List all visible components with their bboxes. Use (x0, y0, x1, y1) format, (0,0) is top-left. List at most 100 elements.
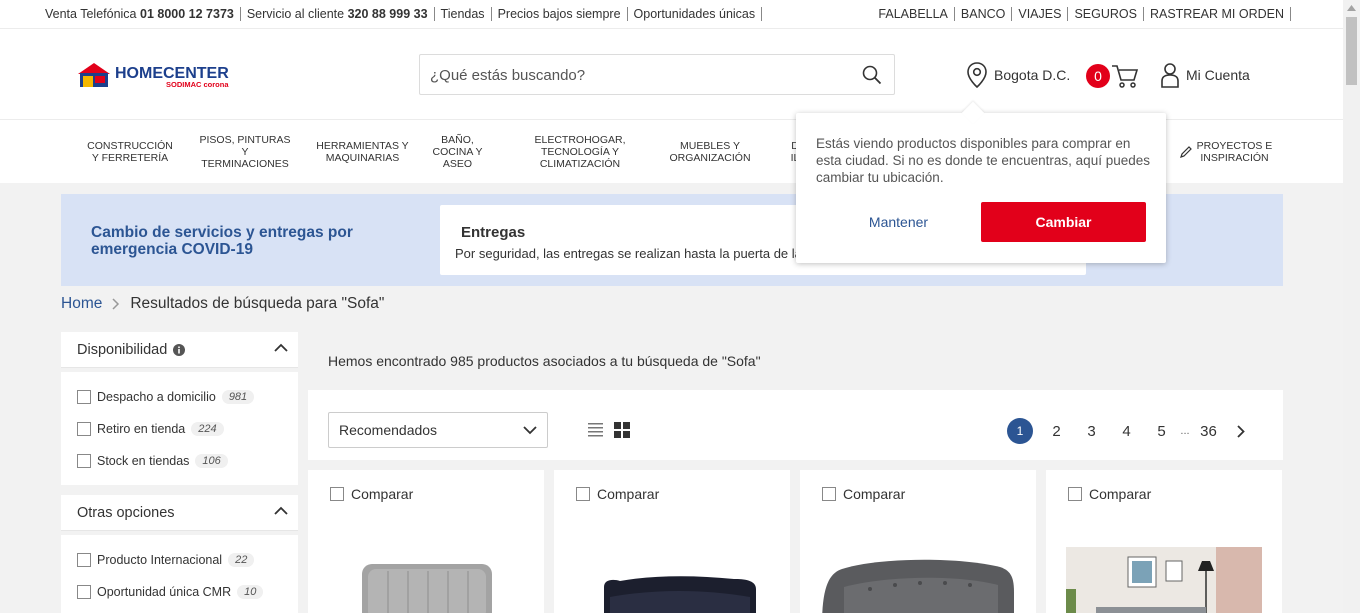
scrollbar-thumb[interactable] (1346, 17, 1357, 85)
option-count: 22 (228, 553, 255, 567)
scroll-up-icon[interactable] (1347, 5, 1356, 11)
page-current[interactable]: 1 (1007, 418, 1033, 444)
page-ellipsis: ... (1180, 425, 1190, 437)
option-count: 224 (191, 422, 224, 436)
nav-projects[interactable]: Proyectos e inspiración (1168, 120, 1283, 183)
nav-tools[interactable]: Herramientas y maquinarias (315, 120, 410, 183)
falabella-link[interactable]: FALABELLA (872, 7, 955, 21)
compare-label: Comparar (1089, 486, 1152, 502)
page-link[interactable]: 2 (1039, 423, 1074, 440)
keep-location-button[interactable]: Mantener (836, 202, 961, 242)
covid-title[interactable]: Cambio de servicios y entregas por emerg… (91, 224, 371, 258)
cart[interactable]: 0 (1086, 63, 1140, 89)
grid-view-icon[interactable] (614, 422, 630, 438)
search-icon[interactable] (862, 65, 882, 85)
page-link[interactable]: 3 (1074, 423, 1109, 440)
filter-option-store-stock[interactable]: Stock en tiendas 106 (77, 454, 228, 468)
product-card[interactable]: Comparar (1046, 470, 1282, 613)
nav-label-line: maquinarias (325, 151, 400, 164)
product-image[interactable] (1066, 547, 1262, 613)
covid-card-title: Entregas (461, 224, 526, 241)
chevron-up-icon[interactable] (274, 343, 288, 353)
product-card[interactable]: Comparar (308, 470, 544, 613)
compare-checkbox[interactable] (330, 487, 344, 501)
compare-toggle[interactable]: Comparar (330, 486, 413, 502)
phone-sales[interactable]: Venta Telefónica 01 8000 12 7373 (45, 7, 241, 21)
nav-label-line: climatización (539, 157, 621, 170)
stores-link[interactable]: Tiendas (435, 7, 492, 21)
compare-checkbox[interactable] (1068, 487, 1082, 501)
results-toolbar: Recomendados 1 2 3 4 5 ... 36 (308, 390, 1283, 460)
top-bar-left: Venta Telefónica 01 8000 12 7373 Servici… (45, 7, 763, 21)
page-scrollbar[interactable] (1343, 0, 1360, 613)
next-page-button[interactable] (1226, 424, 1256, 438)
compare-label: Comparar (351, 486, 414, 502)
nav-electro[interactable]: Electrohogar, tecnología y climatización (525, 120, 635, 183)
filter-option-cmr[interactable]: Oportunidad única CMR 10 (77, 585, 264, 599)
filter-availability-options: Despacho a domicilio 981 Retiro en tienda… (61, 372, 298, 485)
option-label: Retiro en tienda (97, 422, 186, 436)
filter-title: Disponibilidad (77, 342, 168, 358)
filter-option-store-pickup[interactable]: Retiro en tienda 224 (77, 422, 224, 436)
checkbox[interactable] (77, 553, 91, 567)
sort-label: Recomendados (339, 422, 438, 438)
filter-option-international[interactable]: Producto Internacional 22 (77, 553, 255, 567)
nav-label-line: Herramientas y (316, 139, 409, 152)
top-bar: Venta Telefónica 01 8000 12 7373 Servici… (0, 0, 1343, 28)
list-view-icon[interactable] (588, 422, 603, 438)
checkbox[interactable] (77, 454, 91, 468)
nav-label-line: Proyectos e (1196, 139, 1273, 152)
option-label: Producto Internacional (97, 553, 223, 567)
account-link[interactable]: Mi Cuenta (1160, 62, 1250, 88)
checkbox[interactable] (77, 422, 91, 436)
customer-service-label: Servicio al cliente (246, 7, 345, 21)
location-selector[interactable]: Bogota D.C. (966, 62, 1070, 88)
change-location-button[interactable]: Cambiar (981, 202, 1146, 242)
filter-option-home-delivery[interactable]: Despacho a domicilio 981 (77, 390, 255, 404)
info-icon[interactable] (173, 344, 186, 356)
page-link[interactable]: 5 (1144, 423, 1179, 440)
nav-construction[interactable]: Construcción y ferretería (85, 120, 175, 183)
filter-other-header[interactable]: Otras opciones (61, 495, 298, 531)
phone-sales-label: Venta Telefónica (45, 7, 137, 21)
top-bar-right: FALABELLA BANCO VIAJES SEGUROS RASTREAR … (872, 7, 1291, 21)
chevron-down-icon (523, 426, 537, 435)
product-image[interactable] (574, 545, 770, 613)
seguros-link[interactable]: SEGUROS (1068, 7, 1144, 21)
compare-toggle[interactable]: Comparar (1068, 486, 1151, 502)
product-card[interactable]: Comparar (554, 470, 790, 613)
compare-toggle[interactable]: Comparar (576, 486, 659, 502)
product-card[interactable]: Comparar (800, 470, 1036, 613)
viajes-link[interactable]: VIAJES (1012, 7, 1069, 21)
search-input[interactable] (430, 65, 850, 85)
track-order-link[interactable]: RASTREAR MI ORDEN (1144, 7, 1291, 21)
checkbox[interactable] (77, 585, 91, 599)
product-image[interactable] (328, 545, 524, 613)
nav-bath-kitchen[interactable]: Baño, cocina y aseo (425, 120, 490, 183)
product-image[interactable] (820, 545, 1016, 613)
low-prices-link[interactable]: Precios bajos siempre (492, 7, 628, 21)
compare-toggle[interactable]: Comparar (822, 486, 905, 502)
sort-dropdown[interactable]: Recomendados (328, 412, 548, 448)
nav-floors-paints[interactable]: Pisos, pinturas y terminaciones (195, 120, 295, 183)
compare-checkbox[interactable] (576, 487, 590, 501)
cart-icon (1112, 65, 1139, 88)
banco-link[interactable]: BANCO (955, 7, 1013, 21)
nav-label-line: Construcción (87, 139, 173, 152)
homecenter-logo[interactable]: HOMECENTER SODIMAC corona (78, 61, 248, 89)
customer-service[interactable]: Servicio al cliente 320 88 999 33 (241, 7, 435, 21)
option-count: 106 (195, 454, 228, 468)
chevron-up-icon[interactable] (274, 506, 288, 516)
breadcrumb-home[interactable]: Home (61, 295, 102, 313)
nav-furniture[interactable]: Muebles y organización (665, 120, 755, 183)
page-link[interactable]: 4 (1109, 423, 1144, 440)
filter-availability-header[interactable]: Disponibilidad (61, 332, 298, 368)
account-label: Mi Cuenta (1186, 67, 1250, 83)
page-last[interactable]: 36 (1191, 423, 1226, 440)
unique-opportunities-link[interactable]: Oportunidades únicas (628, 7, 763, 21)
nav-label-line: Pisos, pinturas y (199, 133, 291, 158)
compare-checkbox[interactable] (822, 487, 836, 501)
header: HOMECENTER SODIMAC corona Bogota D.C. 0 … (0, 28, 1343, 120)
checkbox[interactable] (77, 390, 91, 404)
customer-service-number: 320 88 999 33 (347, 7, 428, 21)
